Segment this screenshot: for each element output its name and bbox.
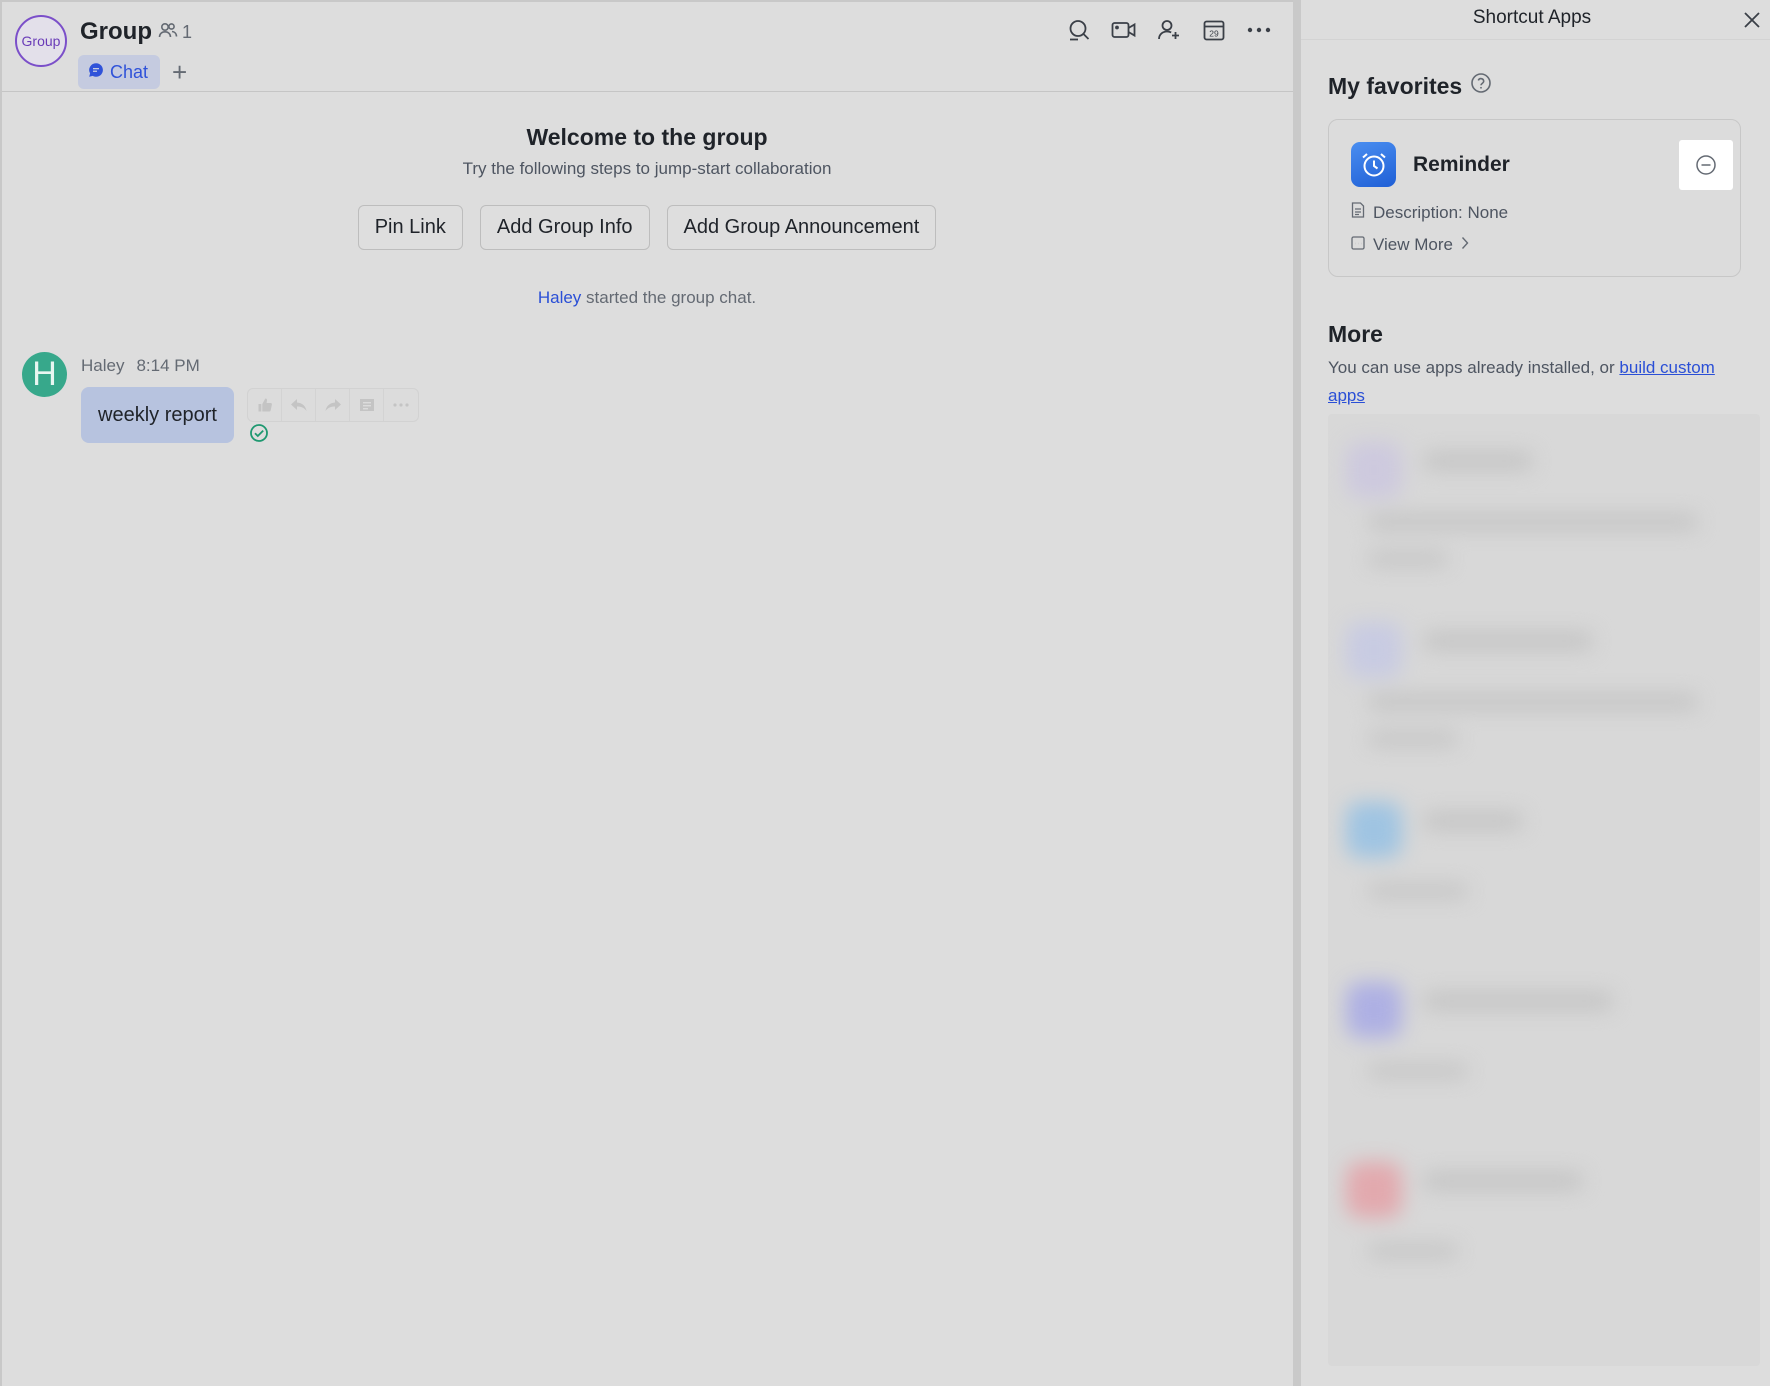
video-call-icon[interactable] xyxy=(1110,16,1138,44)
panel-divider[interactable] xyxy=(1293,0,1301,1386)
reply-icon[interactable] xyxy=(282,389,316,421)
tab-chat-label: Chat xyxy=(110,61,149,82)
more-description-text: You can use apps already installed, or xyxy=(1328,358,1620,377)
message-meta: Haley 8:14 PM xyxy=(81,356,200,376)
message-bubble[interactable]: weekly report xyxy=(81,387,234,443)
add-member-icon[interactable] xyxy=(1155,16,1183,44)
alarm-clock-icon xyxy=(1351,142,1396,187)
pin-link-button[interactable]: Pin Link xyxy=(357,205,463,250)
more-heading: More xyxy=(1328,321,1383,347)
message-text: weekly report xyxy=(98,403,217,426)
favorite-app-name[interactable]: Reminder xyxy=(1413,153,1510,177)
system-message-user-link[interactable]: Haley xyxy=(538,288,581,307)
thumbs-up-icon[interactable] xyxy=(248,389,282,421)
favorite-app-description: Description: None xyxy=(1351,202,1508,223)
group-avatar[interactable]: Group xyxy=(15,15,67,67)
panel-title: Shortcut Apps xyxy=(1472,7,1592,28)
chat-bubble-icon xyxy=(88,62,104,83)
add-group-announcement-button[interactable]: Add Group Announcement xyxy=(666,205,937,250)
more-options-icon[interactable] xyxy=(1245,16,1273,44)
quote-icon[interactable] xyxy=(350,389,384,421)
search-icon[interactable] xyxy=(1065,16,1093,44)
favorites-heading-label: My favorites xyxy=(1328,72,1463,99)
list-item[interactable] xyxy=(1328,774,1760,944)
forward-icon[interactable] xyxy=(316,389,350,421)
member-count-value: 1 xyxy=(182,22,193,42)
header-toolbar: 29 xyxy=(1065,16,1273,44)
add-group-info-button[interactable]: Add Group Info xyxy=(479,205,650,250)
welcome-subtitle: Try the following steps to jump-start co… xyxy=(462,159,832,178)
favorites-heading: My favorites xyxy=(1328,72,1492,100)
onboarding-steps: Pin Link Add Group Info Add Group Announ… xyxy=(2,205,1292,250)
group-title[interactable]: Group xyxy=(80,18,152,46)
shortcut-apps-panel: Shortcut Apps My favorites Reminder Desc… xyxy=(1301,0,1770,1386)
message-sender[interactable]: Haley xyxy=(81,356,124,376)
help-icon[interactable] xyxy=(1470,72,1492,100)
tab-chat[interactable]: Chat xyxy=(78,55,161,89)
welcome-title: Welcome to the group xyxy=(526,124,768,150)
member-count[interactable]: 1 xyxy=(158,21,192,44)
more-description: You can use apps already installed, or b… xyxy=(1328,354,1753,410)
more-icon[interactable] xyxy=(384,389,418,421)
list-item[interactable] xyxy=(1328,954,1760,1124)
avatar[interactable]: H xyxy=(22,352,67,397)
remove-favorite-button[interactable] xyxy=(1679,140,1733,190)
list-item[interactable] xyxy=(1328,594,1760,764)
document-icon xyxy=(1351,202,1365,223)
close-icon[interactable] xyxy=(1740,8,1764,32)
chevron-right-icon xyxy=(1461,235,1469,255)
view-more-link[interactable]: View More xyxy=(1351,235,1469,255)
message-time: 8:14 PM xyxy=(136,356,200,375)
chat-header: Group Group 1 Chat + 29 xyxy=(2,2,1293,92)
favorite-app-description-text: Description: None xyxy=(1373,202,1509,222)
system-message-text: started the group chat. xyxy=(586,288,757,307)
details-icon xyxy=(1351,235,1365,255)
add-tab-button[interactable]: + xyxy=(172,58,187,86)
svg-text:29: 29 xyxy=(1209,29,1219,39)
more-apps-list[interactable] xyxy=(1328,414,1760,1366)
list-item[interactable] xyxy=(1328,414,1760,584)
system-message: Haley started the group chat. xyxy=(2,288,1292,308)
panel-header: Shortcut Apps xyxy=(1301,0,1770,40)
members-icon xyxy=(158,21,178,44)
view-more-label: View More xyxy=(1373,235,1453,254)
message-actions xyxy=(247,388,419,422)
calendar-icon[interactable]: 29 xyxy=(1200,16,1228,44)
read-receipt-icon xyxy=(249,423,269,448)
favorite-app-card[interactable]: Reminder Description: None View More xyxy=(1328,119,1741,277)
list-item[interactable] xyxy=(1328,1134,1760,1304)
chat-area: Group Group 1 Chat + 29 Welcome to the g… xyxy=(0,0,1293,1386)
